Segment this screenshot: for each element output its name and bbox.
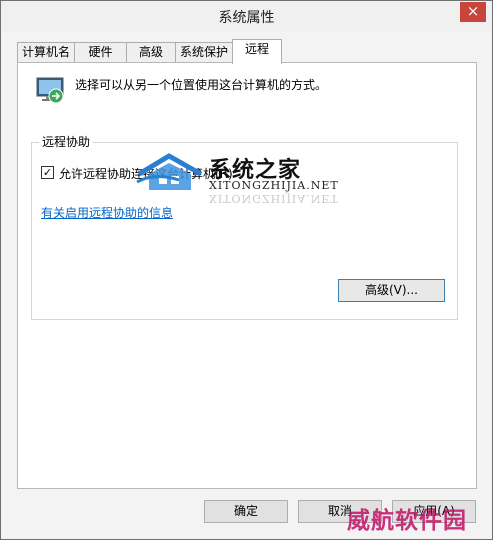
remote-tab-panel: 选择可以从另一个位置使用这台计算机的方式。 远程协助 ✓ 允许远程协助连接这台计… bbox=[17, 62, 477, 489]
system-properties-window: 系统属性 × 计算机名 硬件 高级 系统保护 远程 选择可以从另一个位置使用这台… bbox=[0, 0, 493, 540]
tab-computer-name[interactable]: 计算机名 bbox=[17, 42, 75, 63]
brand-watermark-reflection: XITONGZHIJIA.NET bbox=[209, 192, 339, 205]
close-button[interactable]: × bbox=[460, 2, 486, 22]
tab-remote[interactable]: 远程 bbox=[232, 39, 282, 64]
window-title: 系统属性 bbox=[218, 10, 275, 26]
remote-assistance-group-label: 远程协助 bbox=[39, 133, 94, 150]
close-icon: × bbox=[466, 2, 480, 20]
advanced-button[interactable]: 高级(V)... bbox=[338, 279, 445, 302]
intro-text: 选择可以从另一个位置使用这台计算机的方式。 bbox=[75, 78, 328, 92]
tab-advanced[interactable]: 高级 bbox=[126, 42, 176, 63]
brand-watermark-url: XITONGZHIJIA.NET bbox=[209, 179, 339, 192]
title-bar[interactable]: 系统属性 × bbox=[1, 1, 492, 32]
tab-system-protection[interactable]: 系统保护 bbox=[175, 42, 233, 63]
remote-computer-icon bbox=[36, 77, 64, 104]
ok-button[interactable]: 确定 bbox=[204, 500, 288, 523]
house-logo-icon bbox=[136, 153, 203, 190]
corner-watermark: 威航软件园 bbox=[347, 507, 467, 534]
allow-remote-assistance-checkbox[interactable]: ✓ bbox=[41, 166, 54, 179]
brand-watermark: 系统之家 XITONGZHIJIA.NET XITONGZHIJIA.NET bbox=[135, 148, 339, 208]
tab-hardware[interactable]: 硬件 bbox=[74, 42, 127, 63]
